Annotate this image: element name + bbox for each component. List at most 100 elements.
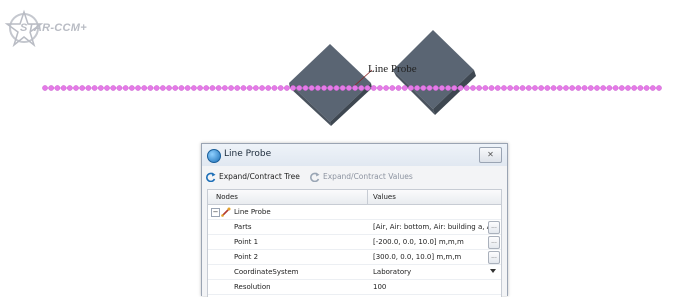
line-probe-label: Line Probe xyxy=(368,63,417,75)
probe-point xyxy=(129,85,135,91)
probe-point xyxy=(600,85,606,91)
probe-point xyxy=(346,85,352,91)
probe-point xyxy=(60,85,67,91)
probe-point xyxy=(383,85,389,91)
probe-point xyxy=(364,85,371,91)
probe-point xyxy=(191,85,197,91)
probe-point xyxy=(259,85,265,91)
probe-point xyxy=(401,85,408,91)
probe-point xyxy=(302,85,309,91)
probe-point xyxy=(209,85,216,91)
probe-point xyxy=(538,85,544,91)
probe-point xyxy=(333,85,340,91)
property-value-parts[interactable]: [Air, Air: bottom, Air: building a, Air: xyxy=(373,220,499,234)
expand-contract-tree-button[interactable]: Expand/Contract Tree xyxy=(206,170,300,184)
column-divider[interactable] xyxy=(367,190,368,204)
dialog-titlebar[interactable]: Line Probe ✕ xyxy=(202,144,507,166)
probe-point xyxy=(85,85,92,91)
line-probe-dialog: Line Probe ✕ Expand/Contract Tree Expand… xyxy=(201,143,508,297)
probe-point xyxy=(284,85,290,91)
tree-node-label: Line Probe xyxy=(234,208,271,216)
property-name-parts: Parts xyxy=(234,223,252,231)
probe-point xyxy=(618,85,625,91)
probe-point xyxy=(470,85,476,91)
probe-point xyxy=(650,85,656,91)
refresh-icon xyxy=(206,172,216,182)
probe-point xyxy=(501,85,507,91)
expand-contract-values-button[interactable]: Expand/Contract Values xyxy=(310,170,413,184)
probe-point xyxy=(513,85,520,91)
property-value-resolution[interactable]: 100 xyxy=(373,280,386,294)
table-row[interactable]: Parts [Air, Air: bottom, Air: building a… xyxy=(208,220,501,235)
probe-point xyxy=(67,85,73,91)
probe-point xyxy=(358,85,365,91)
probe-point xyxy=(389,85,396,91)
close-button[interactable]: ✕ xyxy=(479,147,502,163)
star-ccm-app-icon xyxy=(207,149,221,163)
probe-point xyxy=(48,85,55,91)
probe-point xyxy=(135,85,141,91)
property-value-point-2[interactable]: [300.0, 0.0, 10.0] m,m,m xyxy=(373,250,461,264)
probe-point xyxy=(525,85,532,91)
table-row[interactable]: CoordinateSystem Laboratory xyxy=(208,265,501,280)
chevron-down-icon[interactable] xyxy=(490,269,496,273)
properties-table: Nodes Values − Line Probe Parts [Air, Ai… xyxy=(207,189,502,297)
probe-point xyxy=(637,85,644,91)
probe-point xyxy=(575,85,582,91)
dialog-title: Line Probe xyxy=(224,149,272,159)
table-row[interactable]: Point 2 [300.0, 0.0, 10.0] m,m,m ... xyxy=(208,250,501,265)
probe-point xyxy=(643,85,650,91)
probe-point xyxy=(631,85,637,91)
probe-point xyxy=(296,85,303,91)
probe-point xyxy=(370,85,377,91)
probe-point xyxy=(147,85,154,91)
line-probe-icon xyxy=(221,207,231,217)
ellipsis-button[interactable]: ... xyxy=(488,221,500,234)
probe-point xyxy=(308,85,315,91)
probe-point xyxy=(197,85,203,91)
table-row[interactable]: Resolution 100 xyxy=(208,280,501,295)
probe-point xyxy=(228,85,234,91)
property-value-point-1[interactable]: [-200.0, 0.0, 10.0] m,m,m xyxy=(373,235,464,249)
probe-point xyxy=(625,85,631,91)
probe-point xyxy=(277,85,284,91)
probe-point xyxy=(122,85,129,91)
ellipsis-button[interactable]: ... xyxy=(488,236,500,249)
probe-point xyxy=(222,85,228,91)
probe-point xyxy=(581,85,588,91)
dialog-toolbar: Expand/Contract Tree Expand/Contract Val… xyxy=(206,170,502,184)
probe-point xyxy=(98,85,104,91)
tree-node-line-probe[interactable]: − Line Probe xyxy=(208,205,501,220)
probe-point xyxy=(315,85,321,91)
table-row[interactable]: Point 1 [-200.0, 0.0, 10.0] m,m,m ... xyxy=(208,235,501,250)
probe-point xyxy=(79,85,86,91)
property-name-coordinate-system: CoordinateSystem xyxy=(234,268,299,276)
probe-point xyxy=(606,85,613,91)
probe-point xyxy=(116,85,123,91)
collapse-toggle[interactable]: − xyxy=(211,208,220,217)
probe-point xyxy=(321,85,327,91)
probe-point xyxy=(73,85,79,91)
probe-point xyxy=(563,85,569,91)
probe-point xyxy=(507,85,513,91)
probe-point xyxy=(445,85,451,91)
column-header-nodes[interactable]: Nodes xyxy=(216,190,238,204)
property-value-coordinate-system[interactable]: Laboratory xyxy=(373,265,411,279)
probe-point xyxy=(426,85,433,91)
probe-point xyxy=(290,85,296,91)
refresh-icon xyxy=(310,172,320,182)
probe-point xyxy=(104,85,110,91)
probe-point xyxy=(494,85,501,91)
ellipsis-button[interactable]: ... xyxy=(488,251,500,264)
probe-point xyxy=(203,85,210,91)
probe-point xyxy=(271,85,278,91)
probe-point xyxy=(246,85,253,91)
probe-point xyxy=(178,85,185,91)
probe-point xyxy=(656,85,662,91)
probe-point xyxy=(377,85,383,91)
probe-point xyxy=(594,85,600,91)
column-header-values[interactable]: Values xyxy=(373,190,396,204)
probe-point xyxy=(42,85,48,91)
probe-point xyxy=(352,85,358,91)
property-name-point-1: Point 1 xyxy=(234,238,259,246)
